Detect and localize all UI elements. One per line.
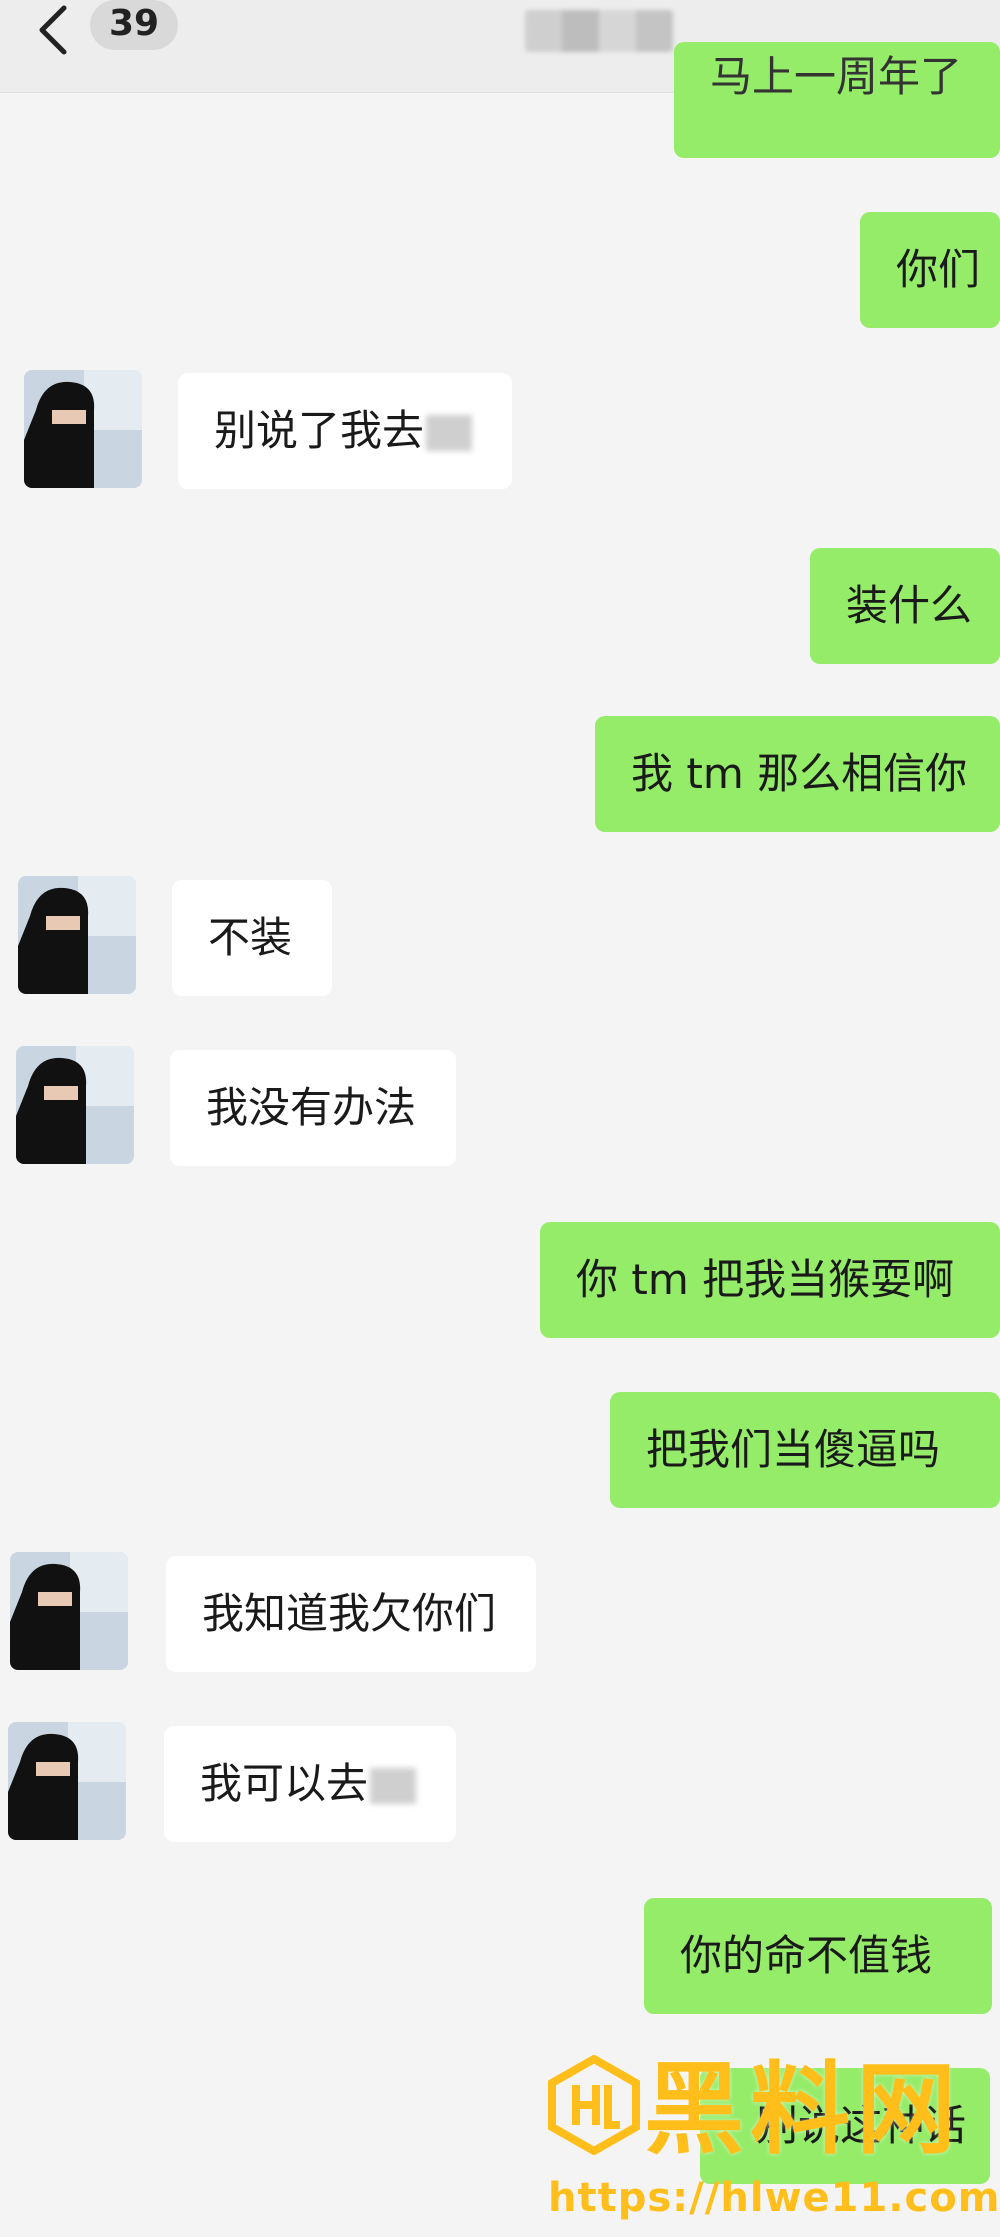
- contact-avatar[interactable]: [24, 370, 142, 488]
- message-bubble-outgoing[interactable]: 你们: [860, 212, 1000, 328]
- message-bubble-incoming[interactable]: 我知道我欠你们: [166, 1556, 537, 1672]
- message-text: 我没有办法: [206, 1083, 417, 1132]
- back-button[interactable]: [34, 4, 84, 64]
- message-text: 别说了我去: [214, 406, 425, 455]
- avatar-image: [18, 876, 136, 994]
- avatar-image: [24, 370, 142, 488]
- contact-avatar[interactable]: [18, 876, 136, 994]
- watermark-name: 黑料网: [644, 2051, 962, 2168]
- message-bubble-outgoing[interactable]: 你 tm 把我当猴耍啊: [540, 1222, 1000, 1338]
- message-bubble-outgoing[interactable]: 马上一周年了: [674, 42, 1000, 158]
- site-watermark: 黑料网 https://hlwe11.com: [544, 2051, 999, 2225]
- message-text: 我可以去: [200, 1759, 369, 1808]
- message-bubble-incoming[interactable]: 我没有办法: [170, 1050, 457, 1166]
- message-text: 我知道我欠你们: [202, 1589, 497, 1638]
- message-bubble-incoming[interactable]: 别说了我去: [178, 373, 513, 489]
- watermark-logo-icon: [548, 2055, 640, 2155]
- message-bubble-outgoing[interactable]: 装什么: [810, 548, 1000, 664]
- chevron-left-icon: [39, 5, 67, 55]
- unread-count-badge[interactable]: 39: [90, 0, 178, 50]
- message-bubble-incoming[interactable]: 我可以去: [164, 1726, 457, 1842]
- avatar-image: [16, 1046, 134, 1164]
- redaction-blur: [426, 415, 473, 451]
- message-text: 装什么: [846, 581, 973, 630]
- redaction-blur: [370, 1768, 417, 1804]
- message-text: 你们: [896, 245, 981, 294]
- avatar-image: [8, 1722, 126, 1840]
- message-text: 你的命不值钱: [680, 1931, 933, 1980]
- message-text: 你 tm 把我当猴耍啊: [576, 1255, 955, 1304]
- message-bubble-outgoing[interactable]: 你的命不值钱: [644, 1898, 992, 2014]
- contact-avatar[interactable]: [10, 1552, 128, 1670]
- message-bubble-outgoing[interactable]: 把我们当傻逼吗: [610, 1392, 1000, 1508]
- message-text: 不装: [208, 913, 293, 962]
- contact-name-redacted: [525, 10, 673, 52]
- avatar-image: [10, 1552, 128, 1670]
- message-text: 马上一周年了: [710, 52, 963, 101]
- contact-avatar[interactable]: [16, 1046, 134, 1164]
- message-bubble-incoming[interactable]: 不装: [172, 880, 333, 996]
- watermark-url: https://hlwe11.com: [548, 2175, 1000, 2221]
- message-text: 把我们当傻逼吗: [646, 1425, 941, 1474]
- message-text: 我 tm 那么相信你: [631, 749, 968, 798]
- contact-avatar[interactable]: [8, 1722, 126, 1840]
- message-bubble-outgoing[interactable]: 我 tm 那么相信你: [595, 716, 1000, 832]
